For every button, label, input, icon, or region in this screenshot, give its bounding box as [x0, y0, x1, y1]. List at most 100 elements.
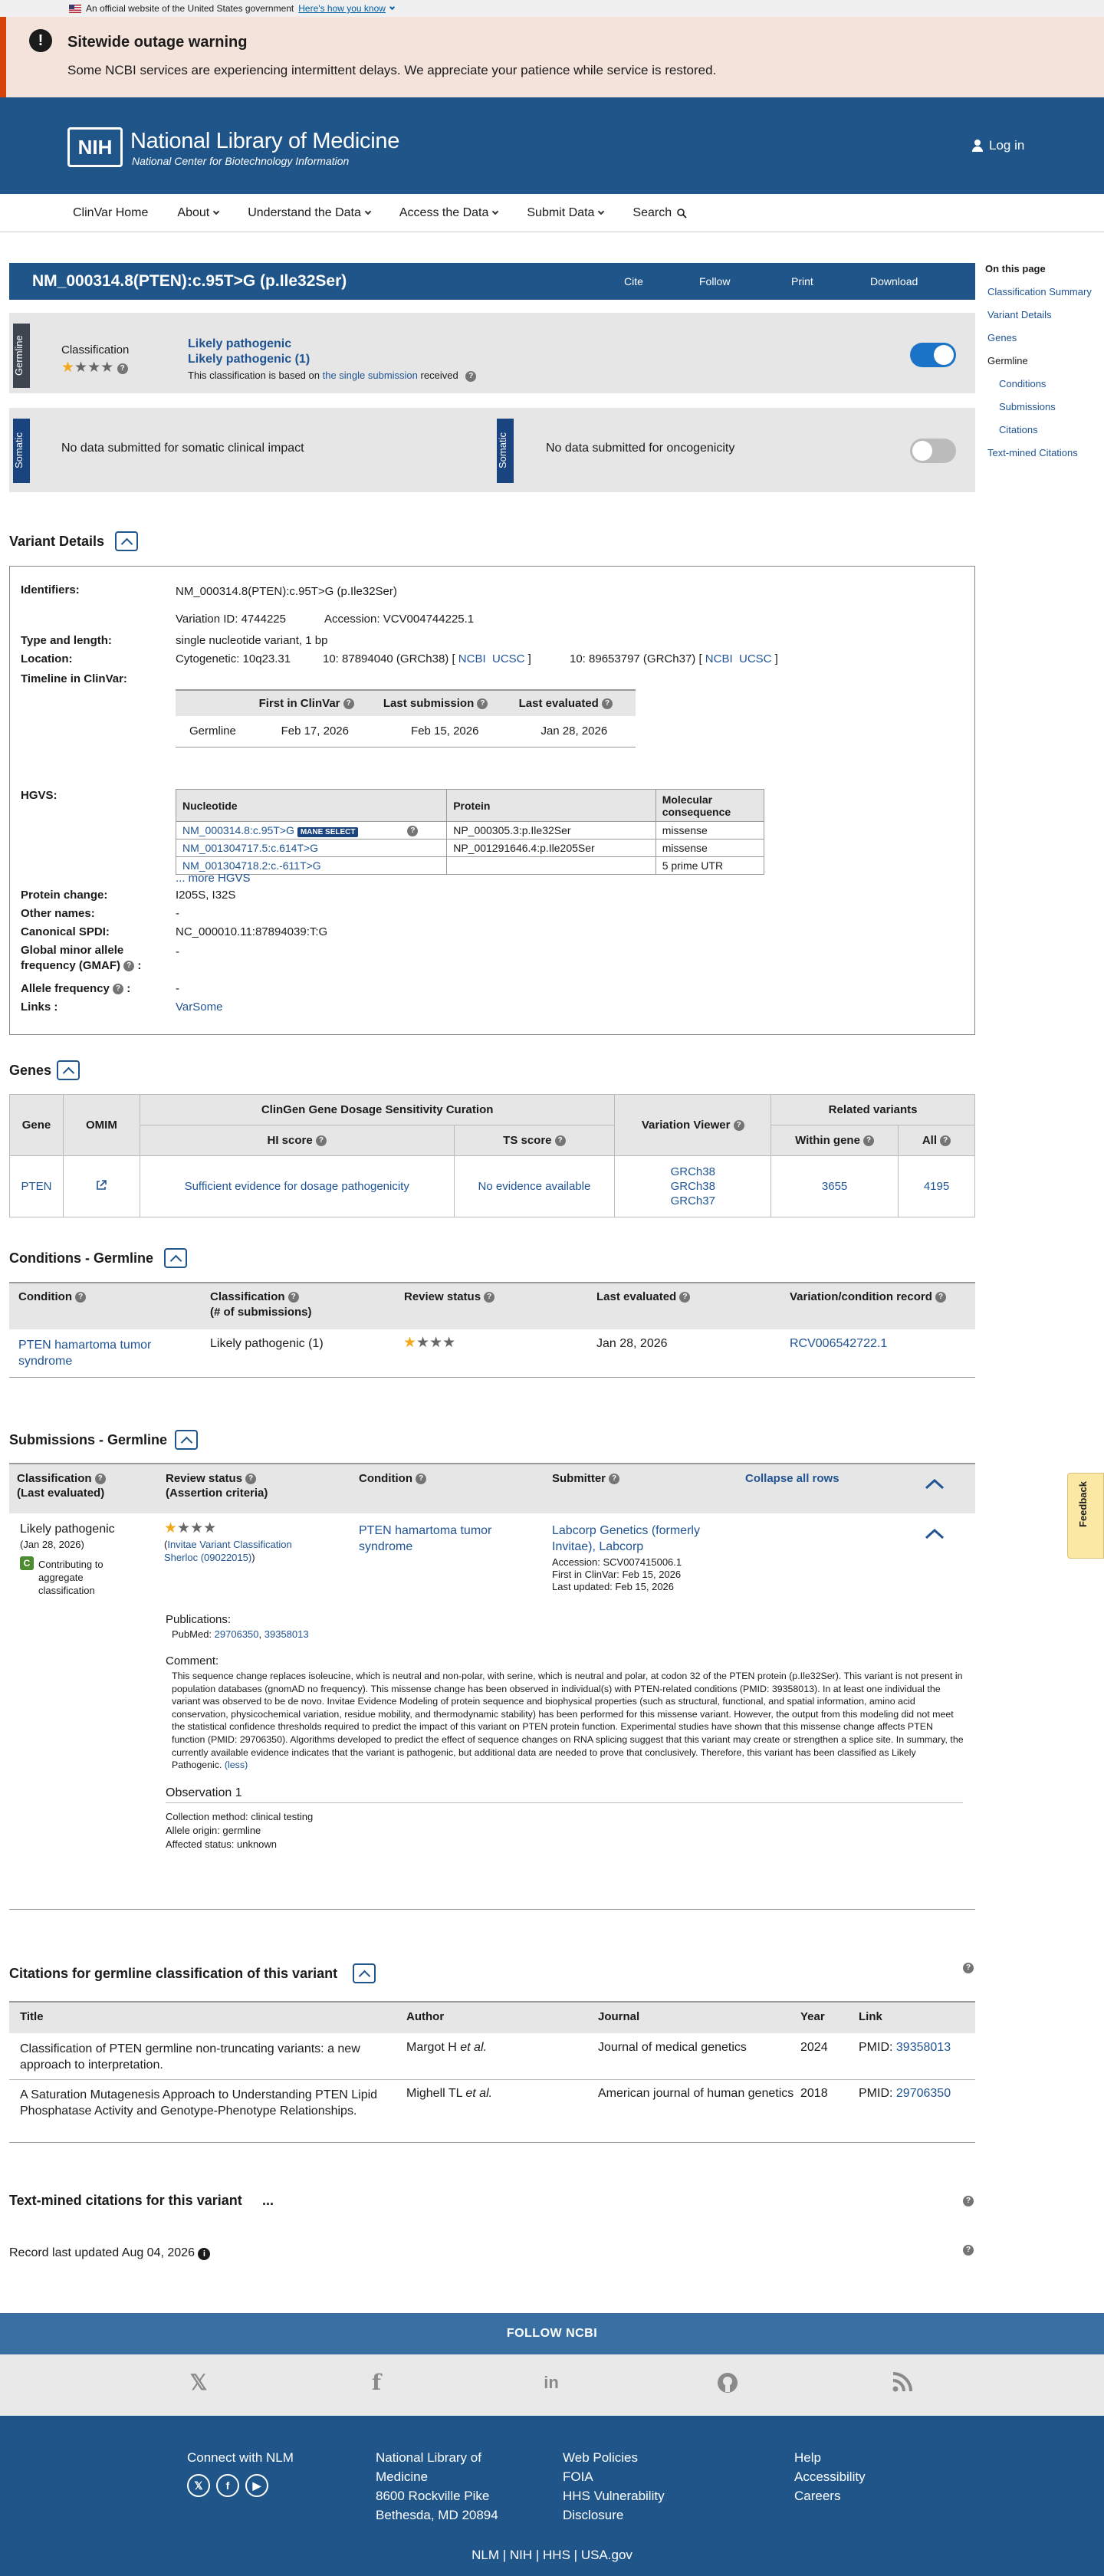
viewer-link[interactable]: GRCh37 — [671, 1194, 715, 1208]
assertion-criteria-link[interactable]: Invitae Variant Classification Sherloc (… — [164, 1539, 292, 1563]
text-mined-expand[interactable]: ... — [262, 2193, 274, 2209]
otp-submissions[interactable]: Submissions — [999, 401, 1056, 412]
collapse-all-rows-link[interactable]: Collapse all rows — [745, 1472, 840, 1485]
help-link[interactable]: Help — [794, 2448, 866, 2467]
otp-citations[interactable]: Citations — [999, 424, 1038, 435]
linkedin-icon[interactable]: in — [540, 2371, 563, 2394]
ncbi-link[interactable]: NCBI — [458, 652, 486, 665]
facebook-icon[interactable]: f — [365, 2371, 388, 2394]
otp-classification-summary[interactable]: Classification Summary — [987, 286, 1092, 297]
pubmed-link[interactable]: 39358013 — [264, 1628, 309, 1640]
nlm-link[interactable]: NLM — [472, 2548, 499, 2562]
x-icon[interactable]: 𝕏 — [187, 2371, 210, 2394]
cite-button[interactable]: Cite — [624, 275, 643, 288]
external-link-icon[interactable] — [95, 1179, 107, 1191]
collapse-variant-details-button[interactable] — [115, 531, 138, 551]
feedback-tab[interactable]: Feedback — [1067, 1473, 1104, 1559]
youtube-icon[interactable]: ▶ — [245, 2474, 268, 2497]
help-icon[interactable]: ? — [75, 1292, 87, 1303]
web-policies-link[interactable]: Web Policies — [563, 2448, 665, 2467]
foia-link[interactable]: FOIA — [563, 2467, 665, 2486]
ucsc-link[interactable]: UCSC — [739, 652, 772, 665]
all-variants-link[interactable]: 4195 — [924, 1180, 949, 1193]
condition-link[interactable]: PTEN hamartoma tumor syndrome — [18, 1337, 179, 1369]
ncbi-link[interactable]: NCBI — [705, 652, 733, 665]
somatic-toggle[interactable] — [910, 439, 956, 463]
nav-submit-data[interactable]: Submit Data — [527, 206, 605, 220]
collapse-genes-button[interactable] — [57, 1060, 80, 1080]
heres-how-link[interactable]: Here's how you know — [298, 3, 386, 14]
print-button[interactable]: Print — [791, 275, 813, 288]
nih-logo[interactable]: NIH — [67, 127, 123, 167]
chevron-up-icon[interactable] — [925, 1528, 945, 1540]
nav-search[interactable]: Search — [632, 206, 687, 220]
ucsc-link[interactable]: UCSC — [492, 652, 525, 665]
careers-link[interactable]: Careers — [794, 2486, 866, 2505]
hi-score-link[interactable]: Sufficient evidence for dosage pathogeni… — [185, 1180, 409, 1193]
help-icon[interactable]: ? — [484, 1292, 495, 1303]
germline-toggle[interactable] — [910, 343, 956, 367]
help-icon[interactable]: ? — [315, 1135, 327, 1147]
help-icon[interactable]: ? — [465, 370, 477, 382]
more-hgvs-link[interactable]: ... more HGVS — [176, 872, 251, 885]
submitter-link[interactable]: Labcorp Genetics (formerly Invitae), Lab… — [552, 1523, 736, 1555]
help-icon[interactable]: ? — [679, 1292, 691, 1303]
x-icon[interactable]: 𝕏 — [187, 2474, 210, 2497]
help-icon[interactable]: ? — [963, 1963, 974, 1973]
nucleotide-link[interactable]: NM_000314.8:c.95T>G — [182, 824, 294, 836]
nav-access-data[interactable]: Access the Data — [399, 206, 499, 220]
help-icon[interactable]: ? — [113, 984, 124, 995]
help-icon[interactable]: ? — [940, 1135, 951, 1147]
help-icon[interactable]: ? — [963, 2196, 974, 2206]
usagov-link[interactable]: USA.gov — [581, 2548, 632, 2562]
nucleotide-link[interactable]: NM_001304717.5:c.614T>G — [182, 842, 318, 854]
pmid-link[interactable]: 39358013 — [896, 2041, 951, 2054]
facebook-icon[interactable]: f — [216, 2474, 239, 2497]
classification-count[interactable]: Likely pathogenic (1) — [188, 353, 310, 366]
chevron-down-icon[interactable] — [389, 4, 395, 10]
otp-conditions[interactable]: Conditions — [999, 378, 1046, 389]
help-icon[interactable]: ? — [963, 2245, 974, 2256]
less-link[interactable]: (less) — [225, 1760, 248, 1770]
nlm-title[interactable]: National Library of Medicine — [130, 129, 399, 154]
help-icon[interactable]: ? — [123, 961, 135, 972]
help-icon[interactable]: ? — [477, 698, 488, 710]
chevron-up-icon[interactable] — [925, 1478, 945, 1490]
help-icon[interactable]: ? — [407, 826, 419, 837]
submission-condition-link[interactable]: PTEN hamartoma tumor syndrome — [359, 1523, 520, 1555]
within-gene-link[interactable]: 3655 — [822, 1180, 847, 1193]
varsome-link[interactable]: VarSome — [176, 1001, 222, 1014]
help-icon[interactable]: ? — [416, 1474, 427, 1485]
help-icon[interactable]: ? — [935, 1292, 947, 1303]
viewer-link[interactable]: GRCh38 — [671, 1165, 715, 1178]
otp-variant-details[interactable]: Variant Details — [987, 309, 1052, 320]
otp-genes[interactable]: Genes — [987, 332, 1017, 343]
disclosure-link[interactable]: Disclosure — [563, 2505, 665, 2525]
help-icon[interactable]: ? — [117, 363, 128, 374]
viewer-link[interactable]: GRCh38 — [671, 1180, 715, 1193]
ts-score-link[interactable]: No evidence available — [478, 1180, 591, 1193]
nih-link[interactable]: NIH — [510, 2548, 532, 2562]
pubmed-link[interactable]: 29706350 — [215, 1628, 259, 1640]
classification-value[interactable]: Likely pathogenic — [188, 337, 291, 351]
follow-button[interactable]: Follow — [699, 275, 730, 288]
single-submission-link[interactable]: the single submission — [323, 370, 418, 381]
help-icon[interactable]: ? — [245, 1474, 257, 1485]
hhs-link[interactable]: HHS — [543, 2548, 570, 2562]
pmid-link[interactable]: 29706350 — [896, 2087, 951, 2100]
nav-understand-data[interactable]: Understand the Data — [248, 206, 372, 220]
help-icon[interactable]: ? — [94, 1474, 106, 1485]
rss-icon[interactable] — [891, 2371, 914, 2394]
help-icon[interactable]: ? — [602, 698, 613, 710]
nav-clinvar-home[interactable]: ClinVar Home — [73, 206, 148, 220]
help-icon[interactable]: ? — [288, 1292, 299, 1303]
nucleotide-link[interactable]: NM_001304718.2:c.-611T>G — [182, 859, 321, 872]
download-button[interactable]: Download — [870, 275, 918, 288]
otp-text-mined-citations[interactable]: Text-mined Citations — [987, 447, 1078, 458]
nav-about[interactable]: About — [177, 206, 220, 220]
accessibility-link[interactable]: Accessibility — [794, 2467, 866, 2486]
help-icon[interactable]: ? — [609, 1474, 620, 1485]
help-icon[interactable]: ? — [343, 698, 354, 710]
collapse-conditions-button[interactable] — [164, 1248, 187, 1268]
help-icon[interactable]: ? — [554, 1135, 566, 1147]
